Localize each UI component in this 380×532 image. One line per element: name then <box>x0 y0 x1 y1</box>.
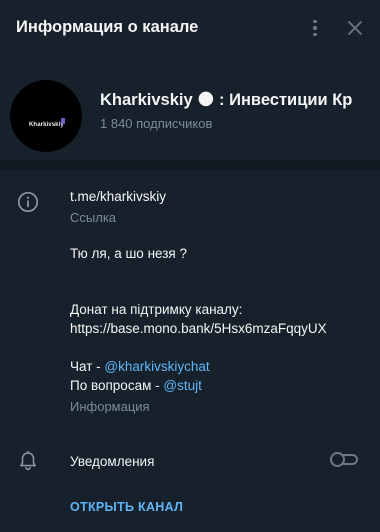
avatar-mark <box>61 118 65 124</box>
close-icon[interactable] <box>343 16 367 40</box>
channel-profile: Kharkivskiy Kharkivskiy 🌑 : Инвестиции К… <box>0 56 380 160</box>
chat-link[interactable]: @kharkivskiychat <box>104 359 209 374</box>
section-divider <box>0 160 380 170</box>
avatar-label: Kharkivskiy <box>29 122 64 128</box>
description-line-1: Тю ля, а шо незя ? <box>70 246 187 261</box>
channel-name: Kharkivskiy 🌑 : Инвестиции Кр <box>100 91 353 109</box>
more-vertical-icon[interactable] <box>306 16 324 40</box>
avatar[interactable]: Kharkivskiy <box>10 80 82 152</box>
link-label: Ссылка <box>70 210 117 225</box>
notifications-label: Уведомления <box>70 454 155 469</box>
questions-line: По вопросам - @stujt <box>70 378 202 393</box>
bell-icon <box>18 450 38 472</box>
description-line-2: Донат на підтримку каналу: <box>70 302 243 317</box>
questions-link[interactable]: @stujt <box>163 378 201 393</box>
toggle-knob <box>330 452 345 467</box>
page-title: Информация о канале <box>16 18 199 36</box>
chat-prefix: Чат - <box>70 359 105 374</box>
info-icon <box>17 191 39 213</box>
header: Информация о канале <box>0 0 380 56</box>
notifications-toggle[interactable] <box>330 452 360 467</box>
subscriber-count: 1 840 подписчиков <box>100 116 213 131</box>
channel-link[interactable]: t.me/kharkivskiy <box>70 189 166 204</box>
open-channel-button[interactable]: ОТКРЫТЬ КАНАЛ <box>70 500 183 514</box>
info-label: Информация <box>70 399 150 414</box>
chat-line: Чат - @kharkivskiychat <box>70 359 210 374</box>
donate-link[interactable]: https://base.mono.bank/5Hsx6mzaFqqyUX <box>70 321 327 336</box>
questions-prefix: По вопросам - <box>70 378 164 393</box>
